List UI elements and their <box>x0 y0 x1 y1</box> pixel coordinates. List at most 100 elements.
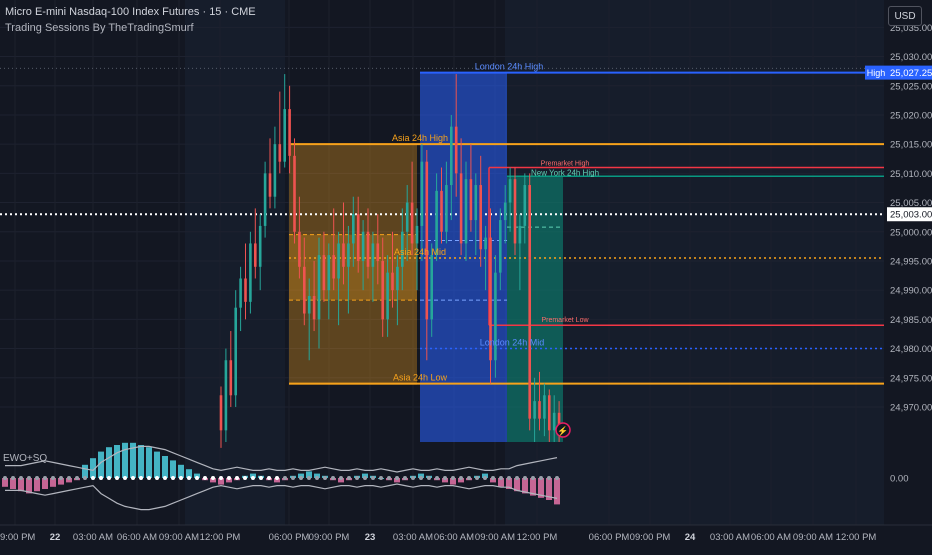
squeeze-dot <box>75 476 79 480</box>
squeeze-dot <box>211 476 215 480</box>
candle-body[interactable] <box>298 231 301 267</box>
candle-body[interactable] <box>229 360 233 396</box>
squeeze-dot <box>275 476 279 480</box>
candle-body[interactable] <box>234 307 237 396</box>
squeeze-dot <box>155 476 159 480</box>
candle-body[interactable] <box>523 185 527 226</box>
candle-body[interactable] <box>410 202 414 244</box>
candle-body[interactable] <box>273 144 277 197</box>
candle-body[interactable] <box>464 179 468 244</box>
squeeze-dot <box>299 476 303 480</box>
squeeze-dot <box>99 476 103 480</box>
candle-body[interactable] <box>440 190 443 232</box>
symbol-title[interactable]: Micro E-mini Nasdaq-100 Index Futures · … <box>5 6 256 19</box>
candle-body[interactable] <box>513 179 517 244</box>
candle-body[interactable] <box>469 179 473 221</box>
squeeze-dot <box>355 476 359 480</box>
asia-high-label: Asia 24h High <box>392 133 448 143</box>
candle-body[interactable] <box>376 243 380 261</box>
candle-body[interactable] <box>538 401 541 419</box>
candle-body[interactable] <box>249 243 252 302</box>
squeeze-dot <box>51 476 55 480</box>
candle-body[interactable] <box>263 173 267 226</box>
candle-body[interactable] <box>484 237 487 250</box>
candle-body[interactable] <box>518 225 522 244</box>
candle-body[interactable] <box>352 214 355 244</box>
squeeze-dot <box>491 476 495 480</box>
candle-body[interactable] <box>283 109 286 162</box>
price-chart[interactable]: EWO+SQ London 24h High Asia 24h High Premar… <box>0 0 932 550</box>
squeeze-dot <box>315 476 319 480</box>
candle-body[interactable] <box>239 278 242 308</box>
squeeze-dot <box>147 476 151 480</box>
oscillator-bar <box>554 478 560 505</box>
candle-body[interactable] <box>356 214 360 261</box>
candle-body[interactable] <box>454 126 458 174</box>
candle-body[interactable] <box>479 185 482 250</box>
candle-body[interactable] <box>396 266 399 291</box>
candle-body[interactable] <box>420 161 424 226</box>
candle-body[interactable] <box>303 266 306 314</box>
squeeze-dot <box>475 476 479 480</box>
candle-body[interactable] <box>533 401 536 419</box>
candle-body[interactable] <box>347 243 350 267</box>
oscillator-bar <box>162 456 168 478</box>
candle-body[interactable] <box>528 185 531 419</box>
candle-body[interactable] <box>445 185 448 232</box>
candle-body[interactable] <box>371 243 375 267</box>
candle-body[interactable] <box>552 412 556 431</box>
candle-body[interactable] <box>254 243 257 267</box>
squeeze-dot <box>371 476 375 480</box>
squeeze-dot <box>443 476 447 480</box>
currency-button[interactable]: USD <box>888 6 922 26</box>
candle-body[interactable] <box>258 225 262 267</box>
squeeze-dot <box>267 476 271 480</box>
candle-body[interactable] <box>219 395 223 431</box>
candle-body[interactable] <box>459 173 463 244</box>
candle-body[interactable] <box>381 260 384 320</box>
candle-body[interactable] <box>224 360 228 431</box>
candle-body[interactable] <box>361 231 365 261</box>
london-session-box[interactable] <box>420 72 507 443</box>
candle-body[interactable] <box>543 395 546 419</box>
candle-body[interactable] <box>322 255 326 291</box>
candle-body[interactable] <box>425 161 429 320</box>
candle-body[interactable] <box>342 243 345 267</box>
candle-body[interactable] <box>268 173 272 197</box>
time-tick-label: 22 <box>50 532 61 543</box>
candle-body[interactable] <box>435 190 438 256</box>
candle-body[interactable] <box>312 296 316 320</box>
candle-body[interactable] <box>415 225 419 244</box>
candle-body[interactable] <box>337 243 340 279</box>
candle-body[interactable] <box>430 255 433 320</box>
candle-body[interactable] <box>317 255 321 320</box>
squeeze-dot <box>323 476 327 480</box>
squeeze-dot <box>219 476 223 480</box>
candle-body[interactable] <box>288 109 291 156</box>
candle-body[interactable] <box>386 272 389 320</box>
candle-body[interactable] <box>327 255 331 291</box>
squeeze-dot <box>11 476 15 480</box>
candle-body[interactable] <box>450 126 453 186</box>
squeeze-dot <box>227 476 231 480</box>
squeeze-dot <box>435 476 439 480</box>
candle-body[interactable] <box>307 296 311 314</box>
squeeze-dot <box>179 476 183 480</box>
candle-body[interactable] <box>474 185 478 221</box>
squeeze-dot <box>395 476 399 480</box>
candle-body[interactable] <box>508 179 512 203</box>
candle-body[interactable] <box>332 255 335 279</box>
candle-body[interactable] <box>503 202 507 221</box>
candle-body[interactable] <box>293 155 296 232</box>
candle-body[interactable] <box>548 395 551 431</box>
candle-body[interactable] <box>405 202 409 232</box>
candle-body[interactable] <box>244 278 247 302</box>
candle-body[interactable] <box>366 231 370 267</box>
time-tick-label: 06:00 PM <box>269 532 310 543</box>
squeeze-dot <box>547 476 551 480</box>
candle-body[interactable] <box>278 144 282 162</box>
candle-body[interactable] <box>499 220 502 273</box>
candle-body[interactable] <box>391 272 394 291</box>
chart-canvas[interactable]: EWO+SQ London 24h High Asia 24h High Premar… <box>0 0 932 550</box>
indicator-title[interactable]: Trading Sessions By TheTradingSmurf <box>5 22 256 35</box>
